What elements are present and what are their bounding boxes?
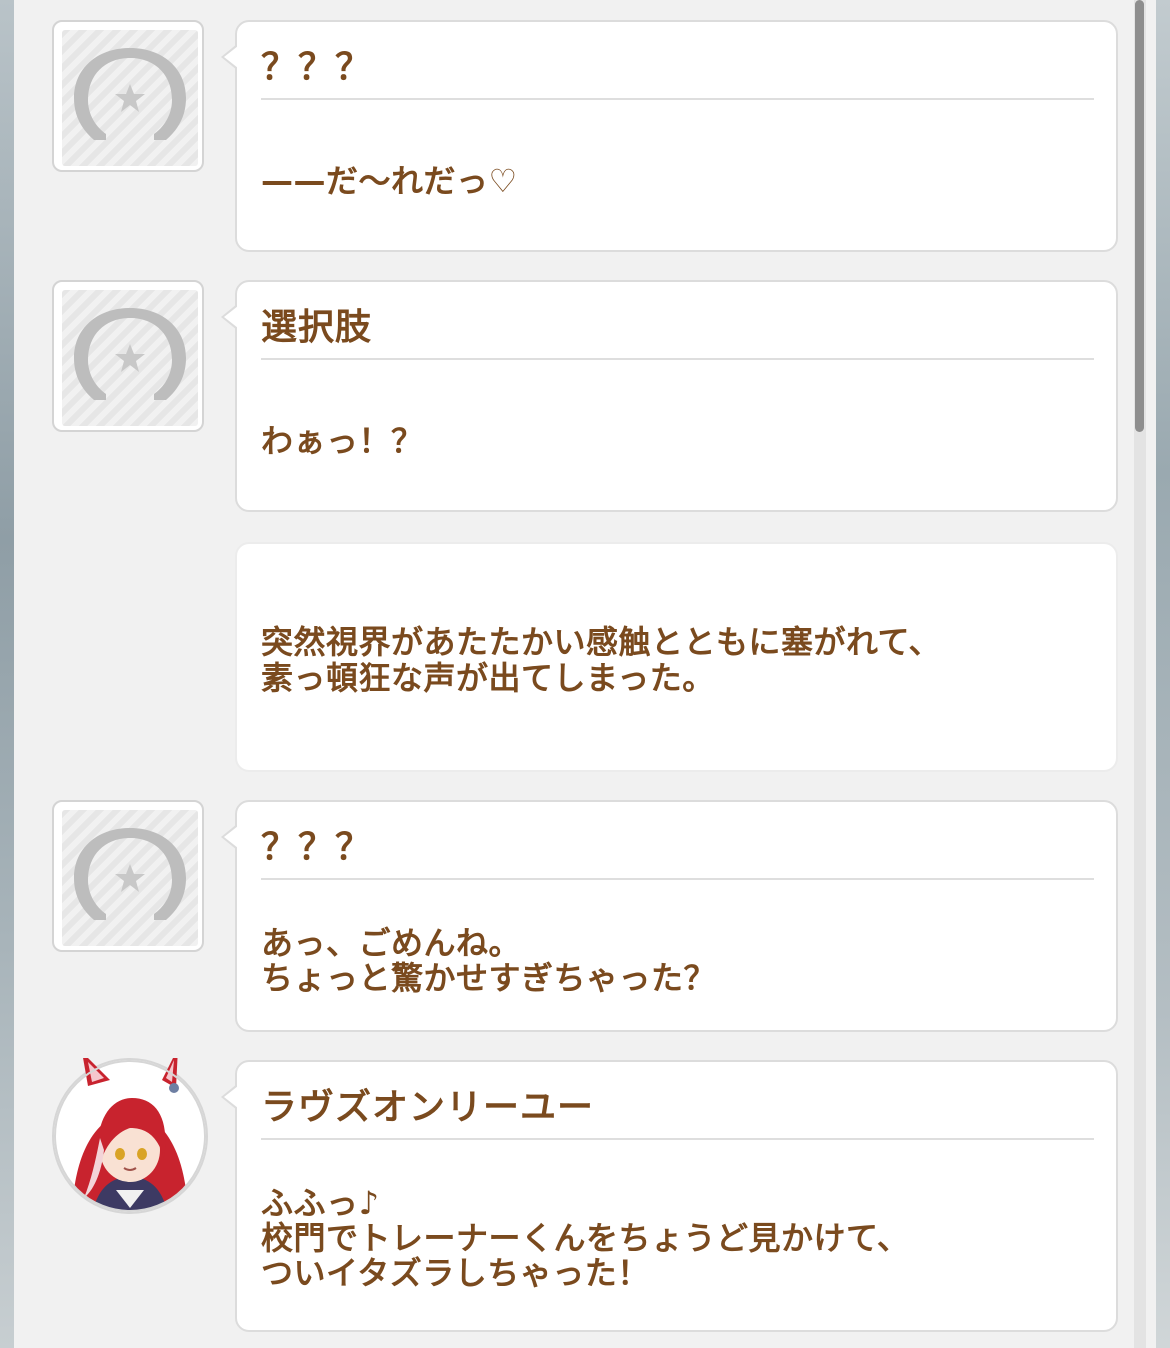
speaker-name: ？？？ xyxy=(261,47,373,88)
speaker-avatar xyxy=(52,800,204,952)
message-bubble: 選択肢 わぁっ！？ xyxy=(221,280,1118,512)
horseshoe-placeholder-icon xyxy=(62,810,198,946)
speaker-name: ラヴズオンリーユー xyxy=(261,1087,595,1128)
horseshoe-placeholder-icon xyxy=(62,290,198,426)
divider xyxy=(261,98,1094,100)
message-text: あっ、ごめんね。 ちょっと驚かせすぎちゃった？ xyxy=(261,924,717,997)
horseshoe-placeholder-icon xyxy=(62,30,198,166)
message-bubble: ラヴズオンリーユー ふふっ♪ 校門でトレーナーくんをちょうど見かけて、 ついイタ… xyxy=(221,1060,1118,1332)
divider xyxy=(261,878,1094,880)
message-bubble: ？？？ ——だ～れだっ♡ xyxy=(221,20,1118,252)
speaker-name: ？？？ xyxy=(261,827,373,868)
speaker-name: 選択肢 xyxy=(261,307,373,348)
speaker-avatar xyxy=(52,280,204,432)
background-edge-right xyxy=(1156,0,1170,1348)
speaker-avatar xyxy=(52,20,204,172)
dialogue-log-panel[interactable]: ？？？ ——だ～れだっ♡ 選択肢 わぁっ！？ 突然視界があたたかい感触とともに塞… xyxy=(14,0,1156,1348)
message-bubble: ？？？ あっ、ごめんね。 ちょっと驚かせすぎちゃった？ xyxy=(221,800,1118,1032)
background-edge-left xyxy=(0,0,14,1348)
message-text: わぁっ！？ xyxy=(261,422,424,460)
narration-bubble: 突然視界があたたかい感触とともに塞がれて、 素っ頓狂な声が出てしまった。 xyxy=(235,542,1118,772)
character-portrait xyxy=(54,1058,206,1212)
scrollbar-thumb[interactable] xyxy=(1135,0,1144,432)
character-portrait-avatar xyxy=(52,1058,208,1214)
divider xyxy=(261,358,1094,360)
message-text: ——だ～れだっ♡ xyxy=(261,162,518,200)
divider xyxy=(261,1138,1094,1140)
message-text: ふふっ♪ 校門でトレーナーくんをちょうど見かけて、 ついイタズラしちゃった！ xyxy=(261,1184,910,1292)
narration-text: 突然視界があたたかい感触とともに塞がれて、 素っ頓狂な声が出てしまった。 xyxy=(261,623,941,697)
